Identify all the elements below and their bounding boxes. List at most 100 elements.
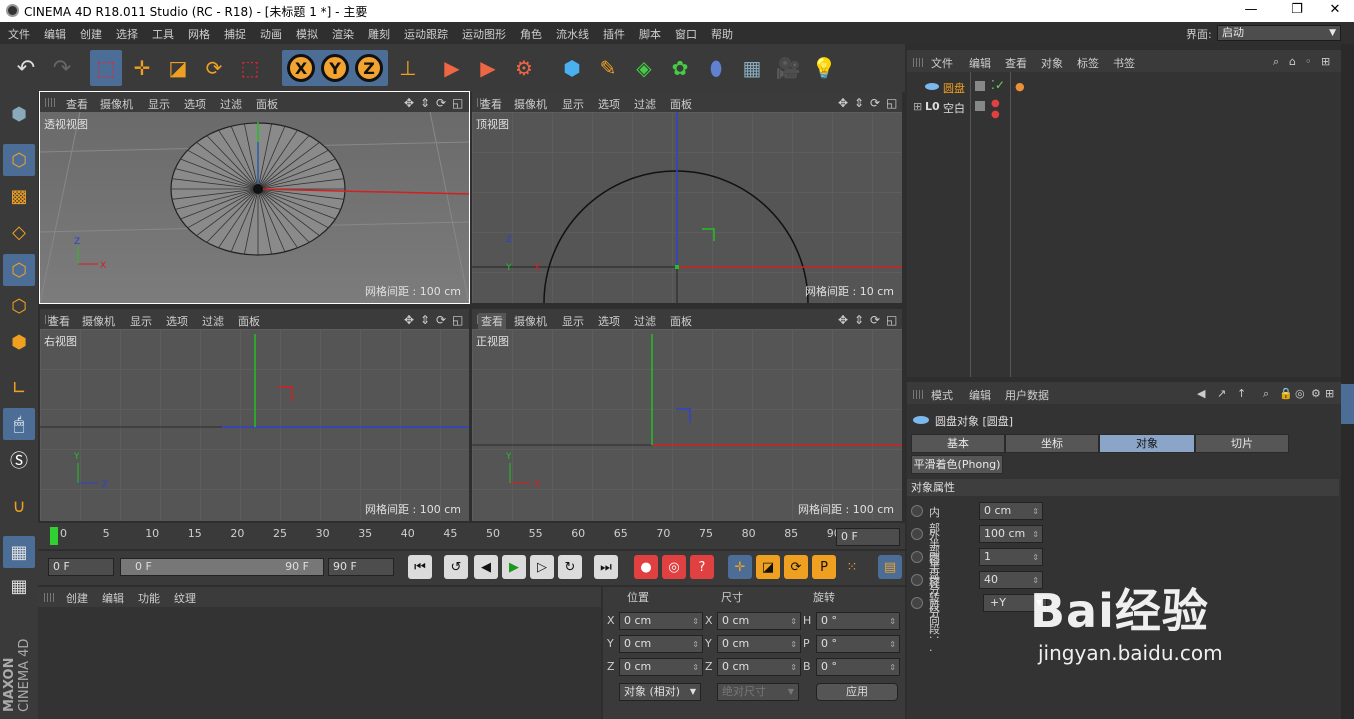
vp-menu-filter[interactable]: 过滤: [634, 313, 656, 329]
next-key-button[interactable]: ↻: [558, 555, 582, 579]
vp-menu-camera[interactable]: 摄像机: [514, 96, 547, 112]
start-frame-field[interactable]: 0 F: [48, 558, 114, 576]
menu-window[interactable]: 窗口: [675, 26, 697, 42]
vp-menu-panel[interactable]: 面板: [670, 313, 692, 329]
home-icon[interactable]: ⌂: [1289, 55, 1296, 68]
menu-character[interactable]: 角色: [520, 26, 542, 42]
new-window-icon[interactable]: ⊞: [1321, 55, 1330, 68]
subdivision-button[interactable]: ◈: [628, 50, 660, 86]
spinner-icon[interactable]: ⇕: [692, 637, 699, 653]
points-mode-button[interactable]: ⬡: [3, 254, 35, 286]
tab-object[interactable]: 对象: [1099, 434, 1195, 453]
record-button[interactable]: ●: [634, 555, 658, 579]
vp-menu-options[interactable]: 选项: [598, 96, 620, 112]
size-x-field[interactable]: 0 cm ⇕: [717, 612, 801, 630]
obj-menu-bookmarks[interactable]: 书签: [1113, 55, 1135, 71]
coordinate-mode-dropdown[interactable]: 对象 (相对) ▼: [619, 683, 701, 701]
vp-menu-panel[interactable]: 面板: [256, 96, 278, 112]
z-axis-lock-button[interactable]: Z: [355, 54, 383, 82]
object-row-null[interactable]: ⊞ L0 空白 ● ●: [907, 98, 1341, 120]
search-icon[interactable]: ⌕: [1263, 387, 1269, 401]
size-z-field[interactable]: 0 cm ⇕: [717, 658, 801, 676]
animate-dot-icon[interactable]: [911, 597, 923, 609]
mat-menu-function[interactable]: 功能: [138, 590, 160, 606]
obj-menu-tags[interactable]: 标签: [1077, 55, 1099, 71]
vp-menu-display[interactable]: 显示: [148, 96, 170, 112]
playhead-marker[interactable]: [50, 527, 58, 545]
animate-dot-icon[interactable]: [911, 551, 923, 563]
move-view-icon[interactable]: ✥: [404, 96, 414, 110]
magnet-button[interactable]: ∪: [3, 490, 35, 522]
maximize-view-icon[interactable]: ◱: [452, 313, 463, 327]
texture-mode-button[interactable]: ▩: [3, 180, 35, 212]
menu-simulate[interactable]: 模拟: [296, 26, 318, 42]
drag-grip-icon[interactable]: [913, 58, 923, 67]
vp-menu-filter[interactable]: 过滤: [634, 96, 656, 112]
menu-snap[interactable]: 捕捉: [224, 26, 246, 42]
menu-create[interactable]: 创建: [80, 26, 102, 42]
menu-motion-tracking[interactable]: 运动跟踪: [404, 26, 448, 42]
size-y-field[interactable]: 0 cm ⇕: [717, 635, 801, 653]
vp-menu-display[interactable]: 显示: [130, 313, 152, 329]
maximize-button[interactable]: ❐: [1274, 1, 1320, 21]
spinner-icon[interactable]: ⇕: [790, 614, 797, 630]
menu-sculpt[interactable]: 雕刻: [368, 26, 390, 42]
rotate-view-icon[interactable]: ⟳: [436, 313, 446, 327]
viewport-top[interactable]: 查看 摄像机 显示 选项 过滤 面板 ✥ ⇕ ⟳ ◱ Z X Y 顶视图 网格间距 …: [472, 92, 902, 303]
timeline-ruler[interactable]: 0 5 10 15 20 25 30 35 40 45 50 55 60 65 70 75 80 85 90 0 F: [38, 523, 905, 549]
up-arrow-icon[interactable]: ↑: [1237, 387, 1246, 400]
disc-segments-field[interactable]: 1 ⇕: [979, 548, 1043, 566]
vp-menu-options[interactable]: 选项: [166, 313, 188, 329]
menu-file[interactable]: 文件: [8, 26, 30, 42]
viewport-canvas[interactable]: YZ: [40, 329, 469, 521]
layer-icon[interactable]: [975, 81, 985, 91]
menu-animate[interactable]: 动画: [260, 26, 282, 42]
redo-button[interactable]: ↷: [46, 50, 78, 86]
attr-menu-userdata[interactable]: 用户数据: [1005, 387, 1049, 403]
play-button[interactable]: ▶: [502, 555, 526, 579]
y-axis-lock-button[interactable]: Y: [321, 54, 349, 82]
vp-menu-filter[interactable]: 过滤: [202, 313, 224, 329]
go-to-start-button[interactable]: ⏮: [408, 555, 432, 579]
rotate-view-icon[interactable]: ⟳: [870, 96, 880, 110]
vp-menu-options[interactable]: 选项: [184, 96, 206, 112]
spinner-icon[interactable]: ⇕: [889, 660, 896, 676]
tab-coord[interactable]: 坐标: [1005, 434, 1099, 453]
vp-menu-panel[interactable]: 面板: [670, 96, 692, 112]
recent-tool-button[interactable]: ⬚: [234, 50, 266, 86]
scale-tool-button[interactable]: ◪: [162, 50, 194, 86]
lock-icon[interactable]: 🔒: [1279, 387, 1293, 400]
mat-menu-create[interactable]: 创建: [66, 590, 88, 606]
rotate-view-icon[interactable]: ⟳: [870, 313, 880, 327]
tab-basic[interactable]: 基本: [911, 434, 1005, 453]
key-scale-button[interactable]: ◪: [756, 555, 780, 579]
animate-dot-icon[interactable]: [911, 574, 923, 586]
outer-radius-field[interactable]: 100 cm ⇕: [979, 525, 1043, 543]
pen-tool-button[interactable]: ✎: [592, 50, 624, 86]
cube-object-button[interactable]: ⬢: [556, 50, 588, 86]
workplane-mode-button[interactable]: ◇: [3, 216, 35, 248]
spinner-icon[interactable]: ⇕: [1032, 504, 1039, 520]
rotation-p-field[interactable]: 0 ° ⇕: [816, 635, 900, 653]
obj-menu-file[interactable]: 文件: [931, 55, 953, 71]
previous-frame-button[interactable]: ◀: [474, 555, 498, 579]
vp-menu-camera[interactable]: 摄像机: [82, 313, 115, 329]
vp-menu-view[interactable]: 查看: [66, 96, 88, 112]
attr-menu-edit[interactable]: 编辑: [969, 387, 991, 403]
render-view-button[interactable]: ▶: [436, 50, 468, 86]
spinner-icon[interactable]: ⇕: [790, 637, 797, 653]
menu-help[interactable]: 帮助: [711, 26, 733, 42]
animate-dot-icon[interactable]: [911, 528, 923, 540]
rotation-h-field[interactable]: 0 ° ⇕: [816, 612, 900, 630]
expand-icon[interactable]: ⊞: [913, 100, 922, 113]
move-tool-button[interactable]: ✛: [126, 50, 158, 86]
deformer-button[interactable]: ⬮: [700, 50, 732, 86]
menu-mesh[interactable]: 网格: [188, 26, 210, 42]
make-editable-button[interactable]: ⬢: [3, 98, 35, 130]
object-name[interactable]: 圆盘: [943, 80, 965, 96]
zoom-view-icon[interactable]: ⇕: [420, 313, 430, 327]
cloner-button[interactable]: ✿: [664, 50, 696, 86]
undo-button[interactable]: ↶: [10, 50, 42, 86]
rotate-tool-button[interactable]: ⟳: [198, 50, 230, 86]
spinner-icon[interactable]: ⇕: [889, 614, 896, 630]
